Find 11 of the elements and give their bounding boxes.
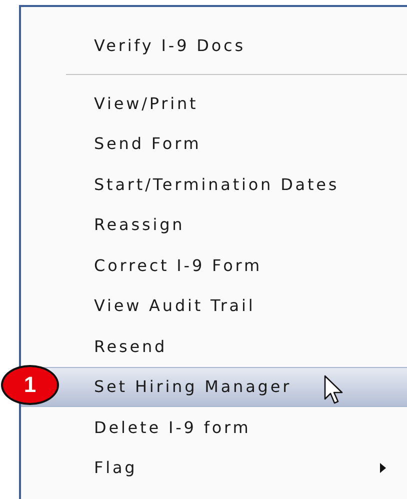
menu-item[interactable]: Flag bbox=[21, 448, 407, 488]
menu-item[interactable]: Resend bbox=[21, 326, 407, 366]
menu-item[interactable]: Verify I-9 Docs bbox=[21, 25, 407, 65]
menu-item[interactable]: Start/Termination Dates bbox=[21, 164, 407, 204]
menu-item[interactable]: View/Print bbox=[21, 83, 407, 124]
menu-item[interactable]: Send Form bbox=[21, 124, 407, 164]
menu-item[interactable]: Correct I-9 Form bbox=[21, 245, 407, 286]
menu-item[interactable]: View Audit Trail bbox=[21, 286, 407, 326]
menu-item[interactable]: Delete I-9 form bbox=[21, 407, 407, 448]
menu-item[interactable]: Reassign bbox=[21, 204, 407, 245]
step-number-badge: 1 bbox=[1, 365, 59, 405]
